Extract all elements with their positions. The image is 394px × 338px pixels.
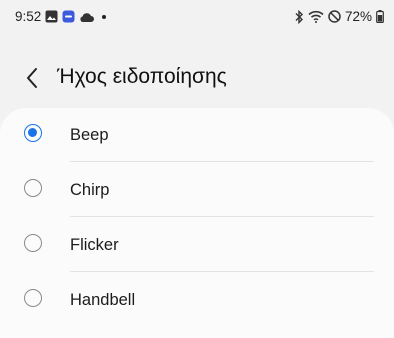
notification-dot xyxy=(102,14,107,19)
option-label: Handbell xyxy=(70,291,136,309)
bluetooth-icon xyxy=(295,9,303,24)
page-title: Ήχος ειδοποίησης xyxy=(57,65,227,88)
radio-button[interactable] xyxy=(24,289,42,307)
option-beep[interactable]: Beep xyxy=(0,108,394,162)
app-header: Ήχος ειδοποίησης xyxy=(0,55,394,99)
chevron-left-icon[interactable] xyxy=(20,65,46,91)
option-handbell[interactable]: Handbell xyxy=(0,273,394,327)
app-notification-icon xyxy=(62,10,75,23)
option-label: Chirp xyxy=(70,181,110,199)
battery-icon xyxy=(376,10,384,23)
gallery-icon xyxy=(45,10,58,23)
divider xyxy=(70,271,374,272)
option-chirp[interactable]: Chirp xyxy=(0,163,394,217)
radio-button[interactable] xyxy=(24,234,42,252)
status-bar: 9:52 72% xyxy=(0,0,394,34)
do-not-disturb-icon xyxy=(328,10,341,23)
status-time: 9:52 xyxy=(15,9,42,24)
option-flicker[interactable]: Flicker xyxy=(0,218,394,272)
battery-percent: 72% xyxy=(344,9,372,24)
option-label: Beep xyxy=(70,126,109,144)
options-card: Beep Chirp Flicker Handbell xyxy=(0,108,394,338)
status-right: 72% xyxy=(294,9,384,24)
option-label: Flicker xyxy=(70,236,119,254)
status-left: 9:52 xyxy=(15,9,107,24)
radio-button[interactable] xyxy=(24,179,42,197)
divider xyxy=(70,216,374,217)
cloud-icon xyxy=(80,12,95,22)
divider xyxy=(70,161,374,162)
wifi-icon xyxy=(308,10,324,23)
radio-button-selected[interactable] xyxy=(24,124,42,142)
